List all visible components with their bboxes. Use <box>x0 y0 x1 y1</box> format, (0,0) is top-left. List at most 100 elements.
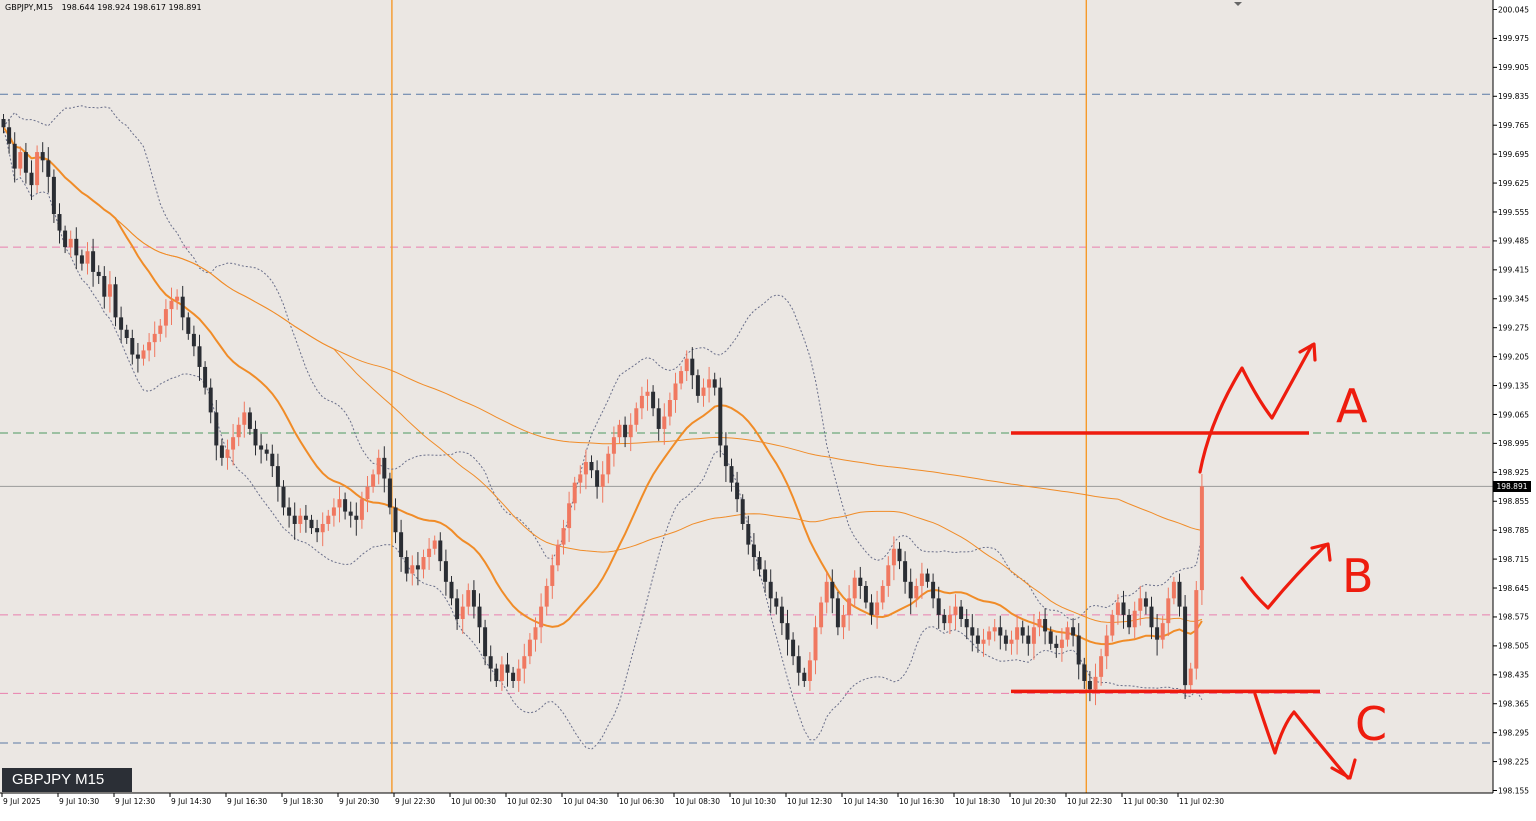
chart[interactable]: A B C 200.045 199.975 199.905 199.835 199.765 1… <box>0 0 1536 817</box>
candle-body <box>152 333 157 343</box>
candle-body <box>925 573 930 582</box>
y-tick-label: 199.835 <box>1498 92 1529 101</box>
candle-body <box>628 424 633 438</box>
candle-body <box>651 391 656 409</box>
candle-body <box>807 660 812 681</box>
y-tick-label: 199.415 <box>1498 266 1529 275</box>
candle-body <box>1043 619 1048 632</box>
candle-body <box>561 528 566 545</box>
candle-body <box>393 507 398 533</box>
candle[interactable] <box>1199 473 1204 605</box>
x-tick-label: 10 Jul 04:30 <box>563 797 608 806</box>
candle-body <box>376 457 381 475</box>
candle-body <box>1171 581 1176 599</box>
candle-body <box>819 602 824 628</box>
candle-body <box>270 453 275 467</box>
candle-body <box>931 581 936 599</box>
candle[interactable] <box>1194 580 1199 680</box>
candle[interactable] <box>718 377 723 458</box>
candle-body <box>998 627 1003 636</box>
candle-body <box>964 619 969 628</box>
candle-body <box>1087 680 1092 690</box>
candle-body <box>897 548 902 562</box>
candle-body <box>113 284 118 318</box>
candle-body <box>460 606 465 620</box>
y-tick-label: 199.345 <box>1498 295 1529 304</box>
candle-body <box>981 639 986 644</box>
candle-body <box>718 387 723 446</box>
candle-body <box>768 581 773 599</box>
x-tick-label: 9 Jul 10:30 <box>59 797 99 806</box>
candle-body <box>432 540 437 549</box>
candle-body <box>259 445 264 450</box>
candle-body <box>802 672 807 681</box>
candle-body <box>1127 614 1132 628</box>
x-tick-label: 11 Jul 02:30 <box>1179 797 1224 806</box>
x-tick-label: 9 Jul 16:30 <box>227 797 267 806</box>
candle-body <box>236 424 241 438</box>
x-tick-label: 10 Jul 16:30 <box>899 797 944 806</box>
candle-body <box>880 585 885 603</box>
candle-body <box>813 627 818 661</box>
candle-body <box>735 482 740 500</box>
y-tick-label: 198.715 <box>1498 555 1529 564</box>
candle-body <box>208 387 213 413</box>
candle-body <box>1177 581 1182 607</box>
candle-body <box>410 565 415 574</box>
candle-body <box>550 565 555 586</box>
y-tick-label: 198.295 <box>1498 728 1529 737</box>
candle-body <box>449 581 454 599</box>
candle-body <box>533 627 538 640</box>
candle-body <box>443 561 448 582</box>
candle-body <box>835 598 840 628</box>
candle-body <box>869 602 874 615</box>
x-tick-label: 9 Jul 20:30 <box>339 797 379 806</box>
candle-body <box>130 338 135 355</box>
candle-body <box>751 544 756 558</box>
candle-body <box>1031 627 1036 644</box>
candle-body <box>505 664 510 673</box>
candle-body <box>1065 627 1070 640</box>
candle-body <box>695 375 700 396</box>
candle[interactable] <box>1183 595 1188 700</box>
y-tick-label: 199.135 <box>1498 381 1529 390</box>
x-tick-label: 10 Jul 12:30 <box>787 797 832 806</box>
candle-body <box>992 627 997 632</box>
chart-canvas[interactable]: A B C 200.045 199.975 199.905 199.835 199.765 1… <box>0 0 1536 817</box>
candle-body <box>242 412 247 425</box>
candle-body <box>399 532 404 558</box>
candle-body <box>600 474 605 487</box>
candle-body <box>1183 606 1188 686</box>
candle-body <box>203 366 208 388</box>
x-tick-label: 9 Jul 22:30 <box>395 797 435 806</box>
candle-body <box>315 528 320 533</box>
candle-body <box>247 412 252 429</box>
candle-body <box>12 143 17 169</box>
candle-body <box>326 515 331 524</box>
candle-body <box>281 486 286 508</box>
candle-body <box>611 437 616 454</box>
candle-body <box>583 461 588 475</box>
candle-body <box>1093 676 1098 690</box>
candle-body <box>158 325 163 334</box>
candle-body <box>684 358 689 372</box>
candle-body <box>68 238 73 248</box>
candle-body <box>107 284 112 297</box>
y-tick-label: 199.765 <box>1498 121 1529 130</box>
candle-body <box>169 300 174 310</box>
candle-body <box>371 474 376 487</box>
x-tick-label: 10 Jul 02:30 <box>507 797 552 806</box>
candle-body <box>1166 598 1171 624</box>
candle-body <box>421 557 426 570</box>
candle-body <box>471 590 476 607</box>
annotation-letter-a: A <box>1336 379 1368 433</box>
candle-body <box>824 581 829 603</box>
candle-body <box>774 598 779 607</box>
candle-body <box>1138 598 1143 611</box>
symbol-badge: GBPJPY M15 <box>2 768 132 792</box>
candle-body <box>303 515 308 520</box>
candle-body <box>331 507 336 516</box>
candle-body <box>522 656 527 669</box>
candle-body <box>919 573 924 586</box>
annotation-letter-c: C <box>1355 697 1387 751</box>
